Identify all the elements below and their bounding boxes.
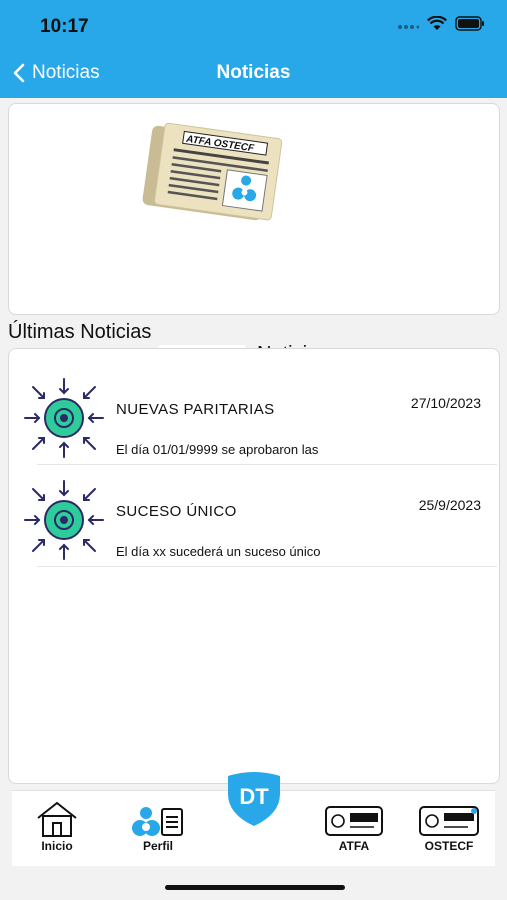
news-list: NUEVAS PARITARIAS 27/10/2023 El día 01/0…: [8, 348, 500, 784]
home-indicator: [165, 885, 345, 890]
battery-icon: [455, 16, 484, 31]
news-title: SUCESO ÚNICO: [116, 503, 237, 520]
status-time: 10:17: [40, 16, 89, 37]
atfa-card-icon: [325, 806, 383, 836]
top-bar: 10:17 Noticias Noticias: [0, 0, 507, 98]
tab-perfil[interactable]: Perfil: [130, 801, 186, 853]
dt-center-button[interactable]: DT: [224, 770, 284, 828]
svg-text:DT: DT: [239, 784, 269, 809]
news-burst-icon: [24, 378, 104, 458]
ostecf-card-icon: [419, 806, 479, 836]
news-title: NUEVAS PARITARIAS: [116, 401, 275, 418]
divider: [37, 566, 497, 567]
page-title: Noticias: [216, 62, 291, 83]
header-card: ATFA OSTECF ATFA Noticias: [8, 103, 500, 368]
section-title: Últimas Noticias: [8, 321, 152, 343]
tab-atfa[interactable]: ATFA: [324, 801, 384, 853]
news-date: 27/10/2023: [410, 395, 481, 411]
tab-inicio[interactable]: Inicio: [34, 801, 80, 853]
news-summary: El día xx sucederá un suceso único: [116, 544, 321, 559]
home-icon: [37, 801, 77, 837]
news-burst-icon: [24, 480, 104, 560]
tab-label: Perfil: [142, 839, 173, 853]
signal-icon: [398, 24, 419, 29]
news-item[interactable]: NUEVAS PARITARIAS 27/10/2023 El día 01/0…: [9, 363, 501, 465]
news-date: 25/9/2023: [418, 497, 481, 513]
news-item[interactable]: SUCESO ÚNICO 25/9/2023 El día xx suceder…: [9, 465, 501, 567]
tab-label: Inicio: [41, 839, 73, 853]
tab-ostecf[interactable]: OSTECF: [418, 801, 480, 853]
profile-icon: [132, 807, 183, 836]
newspaper-icon: ATFA OSTECF: [142, 122, 283, 221]
news-summary: El día 01/01/9999 se aprobaron las: [116, 442, 319, 457]
tab-label: ATFA: [338, 839, 370, 853]
tab-label: OSTECF: [424, 839, 474, 853]
wifi-icon: [427, 16, 447, 30]
status-icons: [397, 16, 485, 31]
